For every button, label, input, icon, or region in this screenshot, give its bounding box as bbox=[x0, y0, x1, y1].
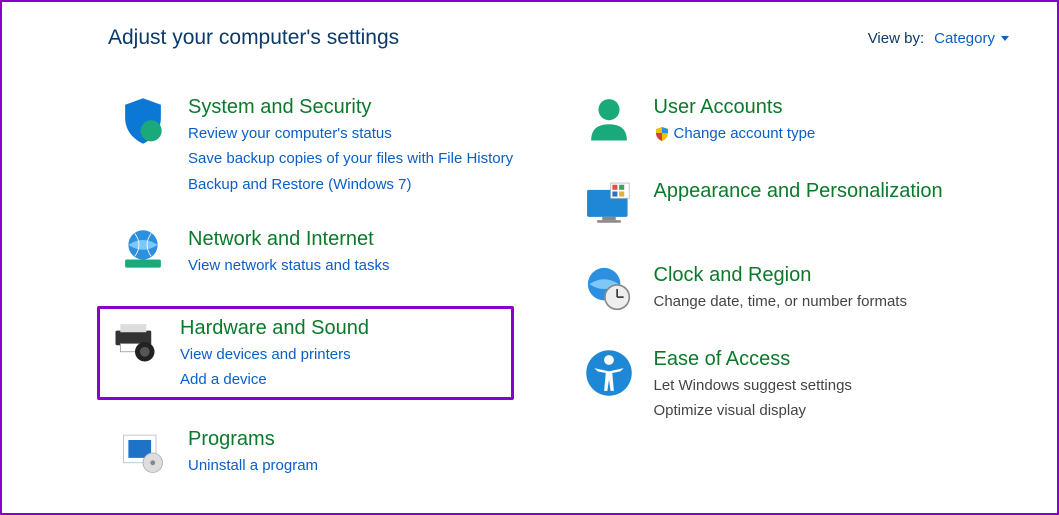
category-title[interactable]: Clock and Region bbox=[654, 262, 907, 288]
viewby-label: View by: bbox=[868, 30, 924, 47]
viewby-dropdown[interactable]: Category bbox=[934, 30, 1009, 47]
category-link[interactable]: View devices and printers bbox=[180, 343, 369, 366]
categories-grid: System and Security Review your computer… bbox=[108, 90, 1009, 484]
globe-network-icon bbox=[116, 226, 170, 280]
category-title[interactable]: User Accounts bbox=[654, 94, 816, 120]
category-subtext: Change date, time, or number formats bbox=[654, 290, 907, 313]
user-icon bbox=[582, 94, 636, 148]
category-link[interactable]: Uninstall a program bbox=[188, 454, 318, 477]
right-column: User Accounts Change account type bbox=[574, 90, 1010, 484]
category-link[interactable]: Backup and Restore (Windows 7) bbox=[188, 173, 513, 196]
accessibility-icon bbox=[582, 346, 636, 400]
category-title[interactable]: Hardware and Sound bbox=[180, 315, 369, 341]
monitor-personalization-icon bbox=[582, 178, 636, 232]
viewby-container: View by: Category bbox=[868, 30, 1009, 47]
category-clock-region: Clock and Region Change date, time, or n… bbox=[574, 258, 1010, 320]
category-network-internet: Network and Internet View network status… bbox=[108, 222, 544, 284]
category-link-text: Change account type bbox=[674, 122, 816, 145]
header-row: Adjust your computer's settings View by:… bbox=[108, 26, 1009, 50]
category-text: Appearance and Personalization bbox=[654, 178, 943, 204]
category-link[interactable]: Change account type bbox=[654, 122, 816, 145]
category-title[interactable]: Appearance and Personalization bbox=[654, 178, 943, 204]
category-hardware-sound: Hardware and Sound View devices and prin… bbox=[97, 306, 514, 401]
viewby-value-text: Category bbox=[934, 30, 995, 47]
category-text: Clock and Region Change date, time, or n… bbox=[654, 262, 907, 313]
category-link[interactable]: Save backup copies of your files with Fi… bbox=[188, 147, 513, 170]
category-link[interactable]: Add a device bbox=[180, 368, 369, 391]
category-title[interactable]: Network and Internet bbox=[188, 226, 390, 252]
chevron-down-icon bbox=[1001, 36, 1009, 41]
page-title: Adjust your computer's settings bbox=[108, 26, 399, 50]
category-text: Hardware and Sound View devices and prin… bbox=[180, 315, 369, 392]
category-subtext: Let Windows suggest settings bbox=[654, 374, 852, 397]
shield-icon bbox=[116, 94, 170, 148]
category-text: User Accounts Change account type bbox=[654, 94, 816, 145]
category-title[interactable]: System and Security bbox=[188, 94, 513, 120]
printer-camera-icon bbox=[108, 315, 162, 369]
control-panel-frame: Adjust your computer's settings View by:… bbox=[0, 0, 1059, 515]
category-text: System and Security Review your computer… bbox=[188, 94, 513, 196]
category-programs: Programs Uninstall a program bbox=[108, 422, 544, 484]
category-link[interactable]: View network status and tasks bbox=[188, 254, 390, 277]
left-column: System and Security Review your computer… bbox=[108, 90, 544, 484]
category-user-accounts: User Accounts Change account type bbox=[574, 90, 1010, 152]
category-system-security: System and Security Review your computer… bbox=[108, 90, 544, 200]
category-title[interactable]: Programs bbox=[188, 426, 318, 452]
category-link[interactable]: Review your computer's status bbox=[188, 122, 513, 145]
category-text: Ease of Access Let Windows suggest setti… bbox=[654, 346, 852, 423]
category-ease-access: Ease of Access Let Windows suggest setti… bbox=[574, 342, 1010, 427]
category-subtext: Optimize visual display bbox=[654, 399, 852, 422]
category-title[interactable]: Ease of Access bbox=[654, 346, 852, 372]
category-appearance: Appearance and Personalization bbox=[574, 174, 1010, 236]
clock-globe-icon bbox=[582, 262, 636, 316]
programs-icon bbox=[116, 426, 170, 480]
uac-shield-icon bbox=[654, 126, 670, 142]
category-text: Network and Internet View network status… bbox=[188, 226, 390, 277]
category-text: Programs Uninstall a program bbox=[188, 426, 318, 477]
